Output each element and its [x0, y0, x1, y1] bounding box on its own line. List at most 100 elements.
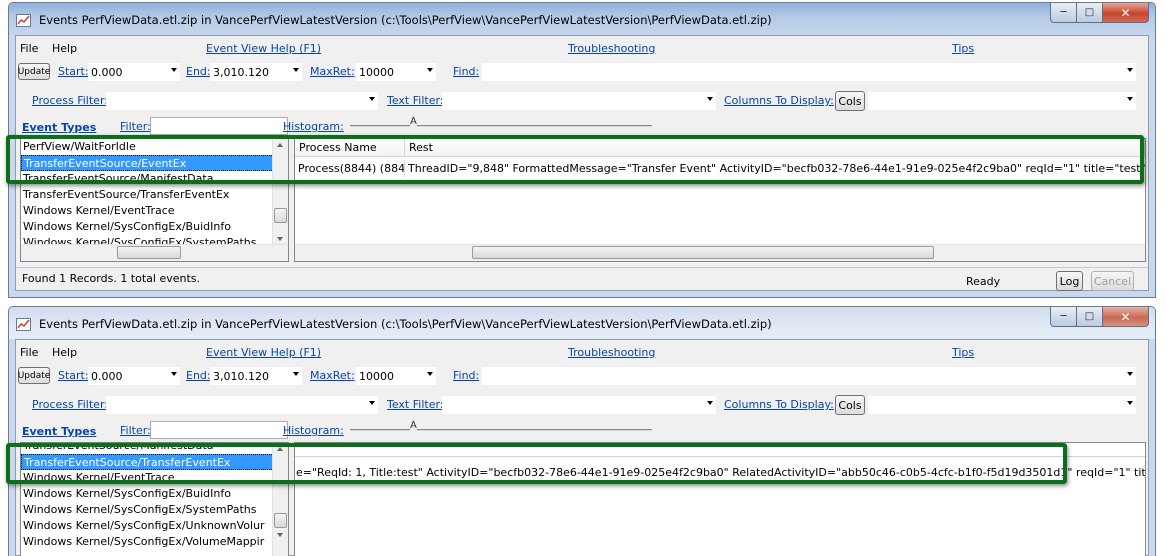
close-icon: ✕ — [1120, 309, 1131, 324]
text-filter-label[interactable]: Text Filter: — [387, 94, 444, 107]
dropdown-arrow-icon — [171, 372, 177, 376]
text-filter-label[interactable]: Text Filter: — [387, 398, 444, 411]
end-label[interactable]: End: — [186, 369, 211, 382]
close-button[interactable]: ✕ — [1103, 3, 1149, 23]
menu-help[interactable]: Help — [52, 346, 77, 359]
list-item[interactable]: Windows Kernel/SysConfigEx/VolumeMappir — [21, 534, 288, 550]
close-icon: ✕ — [1120, 5, 1131, 20]
scroll-down-icon — [277, 533, 283, 537]
text-filter-combo[interactable] — [442, 396, 716, 414]
columns-to-display-label[interactable]: Columns To Display: — [724, 94, 834, 107]
event-view-help-link[interactable]: Event View Help (F1) — [206, 346, 321, 359]
minimize-icon: ─ — [1060, 311, 1067, 322]
scroll-thumb[interactable] — [274, 208, 287, 223]
maxret-value: 10000 — [359, 369, 394, 383]
dropdown-arrow-icon — [427, 68, 433, 72]
list-item[interactable]: TransferEventSource/TransferEventEx — [21, 187, 288, 203]
maxret-label[interactable]: MaxRet: — [310, 369, 355, 382]
dropdown-arrow-icon — [1127, 68, 1133, 72]
find-label[interactable]: Find: — [453, 65, 479, 78]
menu-file[interactable]: File — [20, 42, 38, 55]
cols-button[interactable]: Cols — [835, 91, 865, 111]
event-types-label[interactable]: Event Types — [22, 121, 96, 134]
filter-label[interactable]: Filter: — [120, 424, 151, 437]
tips-link[interactable]: Tips — [952, 42, 974, 55]
columns-combo[interactable] — [868, 92, 1136, 110]
dropdown-arrow-icon — [171, 68, 177, 72]
update-button[interactable]: Update — [18, 63, 50, 80]
cancel-button[interactable]: Cancel — [1091, 271, 1134, 291]
highlight-box-top — [6, 135, 1144, 184]
list-item[interactable]: Windows Kernel/EventTrace — [21, 203, 288, 219]
list-item[interactable]: Windows Kernel/SysConfigEx/SystemPaths — [21, 502, 288, 518]
minimize-button[interactable]: ─ — [1050, 3, 1077, 23]
start-combo[interactable]: 0.000 — [88, 63, 180, 81]
process-filter-label[interactable]: Process Filter: — [32, 398, 108, 411]
dropdown-arrow-icon — [369, 401, 375, 405]
window-title: Events PerfViewData.etl.zip in VancePerf… — [39, 13, 772, 27]
title-bar[interactable]: Events PerfViewData.etl.zip in VancePerf… — [9, 3, 1155, 35]
maxret-combo[interactable]: 10000 — [356, 367, 436, 385]
event-filter-input[interactable] — [150, 421, 288, 439]
columns-to-display-label[interactable]: Columns To Display: — [724, 398, 834, 411]
list-item[interactable]: Windows Kernel/SysConfigEx/UnknownVolur — [21, 518, 288, 534]
text-filter-combo[interactable] — [442, 92, 716, 110]
maximize-icon: □ — [1084, 311, 1095, 322]
menu-help[interactable]: Help — [52, 42, 77, 55]
horizontal-scrollbar[interactable] — [21, 244, 288, 261]
histogram-value: ____________A___________________________… — [350, 116, 652, 127]
tips-link[interactable]: Tips — [952, 346, 974, 359]
dropdown-arrow-icon — [1127, 401, 1133, 405]
end-label[interactable]: End: — [186, 65, 211, 78]
start-label[interactable]: Start: — [58, 369, 89, 382]
end-value: 3,010.120 — [213, 369, 269, 383]
maxret-label[interactable]: MaxRet: — [310, 65, 355, 78]
end-combo[interactable]: 3,010.120 — [210, 367, 302, 385]
troubleshooting-link[interactable]: Troubleshooting — [568, 42, 655, 55]
event-types-label[interactable]: Event Types — [22, 425, 96, 438]
maximize-icon: □ — [1084, 7, 1095, 18]
find-combo[interactable] — [482, 367, 1136, 385]
start-combo[interactable]: 0.000 — [88, 367, 180, 385]
histogram-value: ____________A___________________________… — [350, 420, 652, 431]
filter-label[interactable]: Filter: — [120, 120, 151, 133]
maximize-button[interactable]: □ — [1077, 3, 1103, 23]
minimize-button[interactable]: ─ — [1050, 307, 1077, 327]
list-item[interactable]: Windows Kernel/SysConfigEx/BuidInfo — [21, 219, 288, 235]
histogram-label[interactable]: Histogram: — [283, 424, 344, 437]
title-bar[interactable]: Events PerfViewData.etl.zip in VancePerf… — [9, 307, 1155, 339]
dropdown-arrow-icon — [293, 68, 299, 72]
list-item[interactable]: Windows Kernel/SysConfigEx/BuidInfo — [21, 486, 288, 502]
find-label[interactable]: Find: — [453, 369, 479, 382]
event-view-help-link[interactable]: Event View Help (F1) — [206, 42, 321, 55]
end-combo[interactable]: 3,010.120 — [210, 63, 302, 81]
status-bar: Found 1 Records. 1 total events. Ready L… — [16, 267, 1148, 291]
columns-combo[interactable] — [868, 396, 1136, 414]
find-combo[interactable] — [482, 63, 1136, 81]
histogram-label[interactable]: Histogram: — [283, 120, 344, 133]
troubleshooting-link[interactable]: Troubleshooting — [568, 346, 655, 359]
close-button[interactable]: ✕ — [1103, 307, 1149, 327]
dropdown-arrow-icon — [427, 372, 433, 376]
scroll-down-icon — [277, 237, 283, 241]
process-filter-combo[interactable] — [106, 396, 378, 414]
dropdown-arrow-icon — [1127, 372, 1133, 376]
process-filter-combo[interactable] — [106, 92, 378, 110]
scroll-thumb[interactable] — [117, 246, 181, 259]
start-label[interactable]: Start: — [58, 65, 89, 78]
scroll-thumb[interactable] — [472, 246, 934, 259]
minimize-icon: ─ — [1060, 7, 1067, 18]
menu-file[interactable]: File — [20, 346, 38, 359]
maxret-combo[interactable]: 10000 — [356, 63, 436, 81]
process-filter-label[interactable]: Process Filter: — [32, 94, 108, 107]
scroll-thumb[interactable] — [274, 513, 287, 528]
log-button[interactable]: Log — [1056, 271, 1083, 291]
horizontal-scrollbar[interactable] — [295, 244, 1145, 261]
events-window-2: Events PerfViewData.etl.zip in VancePerf… — [8, 306, 1156, 556]
cols-button[interactable]: Cols — [835, 395, 865, 415]
update-button[interactable]: Update — [18, 367, 50, 384]
event-filter-input[interactable] — [150, 117, 288, 135]
maximize-button[interactable]: □ — [1077, 307, 1103, 327]
dropdown-arrow-icon — [369, 97, 375, 101]
dropdown-arrow-icon — [707, 401, 713, 405]
